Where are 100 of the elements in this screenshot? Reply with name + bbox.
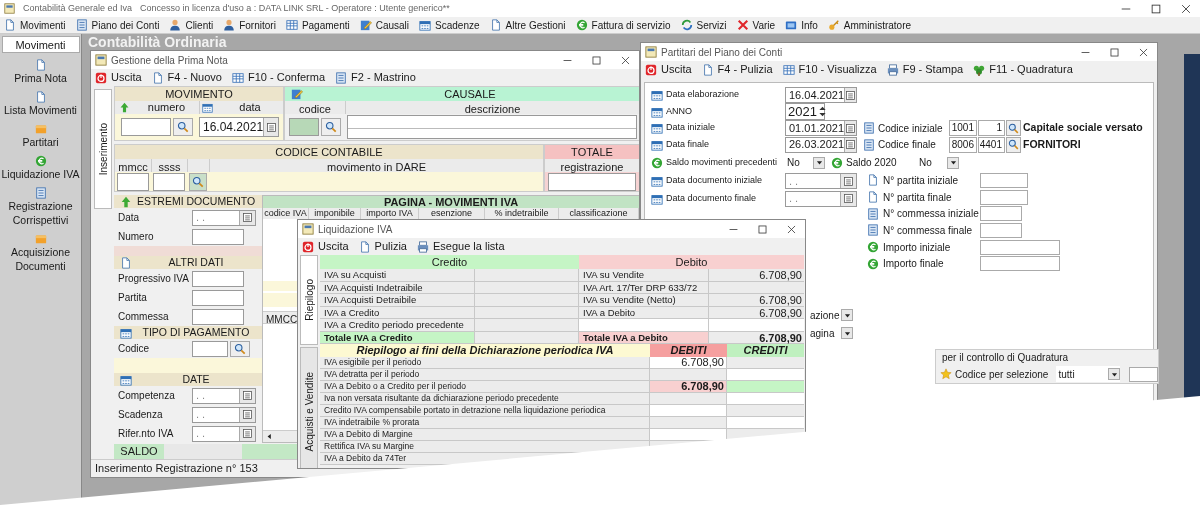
search-button[interactable] <box>189 172 207 191</box>
sidebar-item[interactable]: Prima Nota <box>0 59 81 85</box>
toolbar-button[interactable]: F4 - Pulizia <box>701 61 773 78</box>
calendar-icon <box>242 428 253 439</box>
sidebar-item[interactable]: Partitari <box>0 123 81 149</box>
table-cell: IVA detratta per il periodo <box>320 369 650 380</box>
window-icon <box>302 223 314 235</box>
maximize-button[interactable] <box>1109 46 1120 58</box>
input-field[interactable]: 1001 <box>949 120 977 136</box>
maximize-button[interactable] <box>1150 2 1162 15</box>
input-field[interactable] <box>192 308 244 325</box>
book-icon <box>863 122 875 134</box>
menu-item[interactable]: Altre Gestioni <box>489 17 566 33</box>
menu-item[interactable]: Info <box>785 17 818 33</box>
date-field[interactable]: 01.01.2021 <box>785 120 857 136</box>
menu-item[interactable]: Fattura di servizio <box>575 17 671 33</box>
input-field[interactable] <box>980 172 1028 188</box>
toolbar-button[interactable]: F2 - Mastrino <box>335 69 416 86</box>
input-field[interactable] <box>192 270 244 287</box>
description-field[interactable] <box>347 115 637 139</box>
window-icon <box>4 3 15 14</box>
input-field[interactable] <box>192 228 244 245</box>
search-button[interactable] <box>321 118 341 136</box>
toolbar-button[interactable]: Uscita <box>302 238 349 255</box>
close-button[interactable] <box>786 223 797 235</box>
input-field[interactable] <box>980 222 1022 238</box>
vertical-tab[interactable]: Riepilogo <box>300 255 318 345</box>
input-field[interactable] <box>548 172 636 191</box>
menu-item[interactable]: Amministratore <box>827 17 912 33</box>
sidebar-tab[interactable]: Movimenti <box>1 36 80 53</box>
field-placeholder: . . <box>196 388 206 404</box>
dropdown[interactable]: tutti <box>1056 366 1121 382</box>
input-field[interactable] <box>980 256 1060 272</box>
input-field[interactable] <box>153 172 185 191</box>
input-field[interactable] <box>121 118 171 136</box>
table-cell: IVA a Debito di Margine <box>320 429 650 440</box>
toolbar-button[interactable]: Pulizia <box>358 238 407 255</box>
column-header: ssss <box>151 159 187 172</box>
menu-item[interactable]: Pagamenti <box>285 17 350 33</box>
vertical-tab[interactable]: Inserimento <box>94 89 112 209</box>
menu-item[interactable]: Fornitori <box>223 17 276 33</box>
field-value: No <box>787 156 800 170</box>
toolbar-button[interactable]: Uscita <box>95 69 142 86</box>
tree-icon <box>973 63 986 76</box>
dropdown[interactable]: No <box>785 154 825 171</box>
menu-item[interactable]: Clienti <box>169 17 214 33</box>
date-field[interactable]: 26.03.2021 <box>785 136 857 153</box>
sidebar-item[interactable]: Lista Movimenti <box>0 91 81 117</box>
close-button[interactable] <box>620 54 631 66</box>
close-button[interactable] <box>1180 2 1192 15</box>
toolbar-button[interactable]: F11 - Quadratura <box>973 61 1073 78</box>
maximize-button[interactable] <box>757 223 768 235</box>
input-field[interactable] <box>980 189 1028 205</box>
input-field[interactable] <box>289 118 319 136</box>
menu-item[interactable]: Movimenti <box>4 17 66 33</box>
input-field[interactable]: 8006 <box>949 136 977 153</box>
input-field[interactable] <box>980 239 1060 255</box>
search-button[interactable] <box>173 118 193 136</box>
sidebar-item[interactable]: Acquisizione Documenti <box>0 233 81 273</box>
menu-item[interactable]: Causali <box>359 17 410 33</box>
input-field[interactable] <box>192 340 228 357</box>
search-button[interactable] <box>230 340 250 357</box>
calendar-icon <box>242 212 253 223</box>
close-button[interactable] <box>1138 46 1149 58</box>
vertical-tab[interactable]: Acquisti e Vendite <box>300 347 318 468</box>
search-button[interactable] <box>1006 136 1021 153</box>
menu-item[interactable]: Scadenze <box>419 17 480 33</box>
sidebar-item[interactable]: Registrazione Corrispettivi <box>0 187 81 227</box>
maximize-button[interactable] <box>591 54 602 66</box>
sidebar-item[interactable]: Liquidazione IVA <box>0 155 81 181</box>
menu-item[interactable]: Varie <box>736 17 776 33</box>
input-field[interactable] <box>192 289 244 306</box>
euro-icon <box>867 257 879 270</box>
toolbar-button[interactable]: Esegue la lista <box>416 238 505 255</box>
field-label: N° commessa iniziale <box>883 207 979 222</box>
menu-item[interactable]: Servizi <box>680 17 727 33</box>
date-field[interactable]: 16.04.2021 <box>785 87 857 103</box>
dropdown[interactable]: agina <box>808 325 853 341</box>
search-button[interactable] <box>1006 120 1021 136</box>
toolbar-button[interactable]: F10 - Visualizza <box>782 61 877 78</box>
toolbar-button[interactable]: F4 - Nuovo <box>151 69 222 86</box>
input-field[interactable] <box>980 206 1022 222</box>
calendar-icon <box>651 105 663 118</box>
window-icon <box>95 54 107 66</box>
column-header: mmcc <box>117 160 149 172</box>
dropdown[interactable]: azione <box>808 307 853 323</box>
calendar-icon <box>845 89 857 101</box>
toolbar-button[interactable]: F9 - Stampa <box>886 61 964 78</box>
date-field[interactable]: 16.04.2021 <box>199 117 279 137</box>
input-field[interactable]: 1 <box>978 120 1005 136</box>
toolbar-button[interactable]: F10 - Conferma <box>232 69 325 86</box>
toolbar-button[interactable]: Uscita <box>645 61 692 78</box>
spin-field[interactable]: 2021 <box>785 103 825 120</box>
table-cell: IVA esigibile per il periodo <box>320 357 650 368</box>
input-field[interactable]: 4401 <box>978 136 1005 153</box>
table-cell: IVA su Acquisti <box>320 269 475 281</box>
menu-item[interactable]: Piano dei Conti <box>75 17 160 33</box>
input-field[interactable] <box>117 172 149 191</box>
input-field[interactable] <box>1129 366 1158 382</box>
dropdown[interactable]: No <box>917 154 959 171</box>
